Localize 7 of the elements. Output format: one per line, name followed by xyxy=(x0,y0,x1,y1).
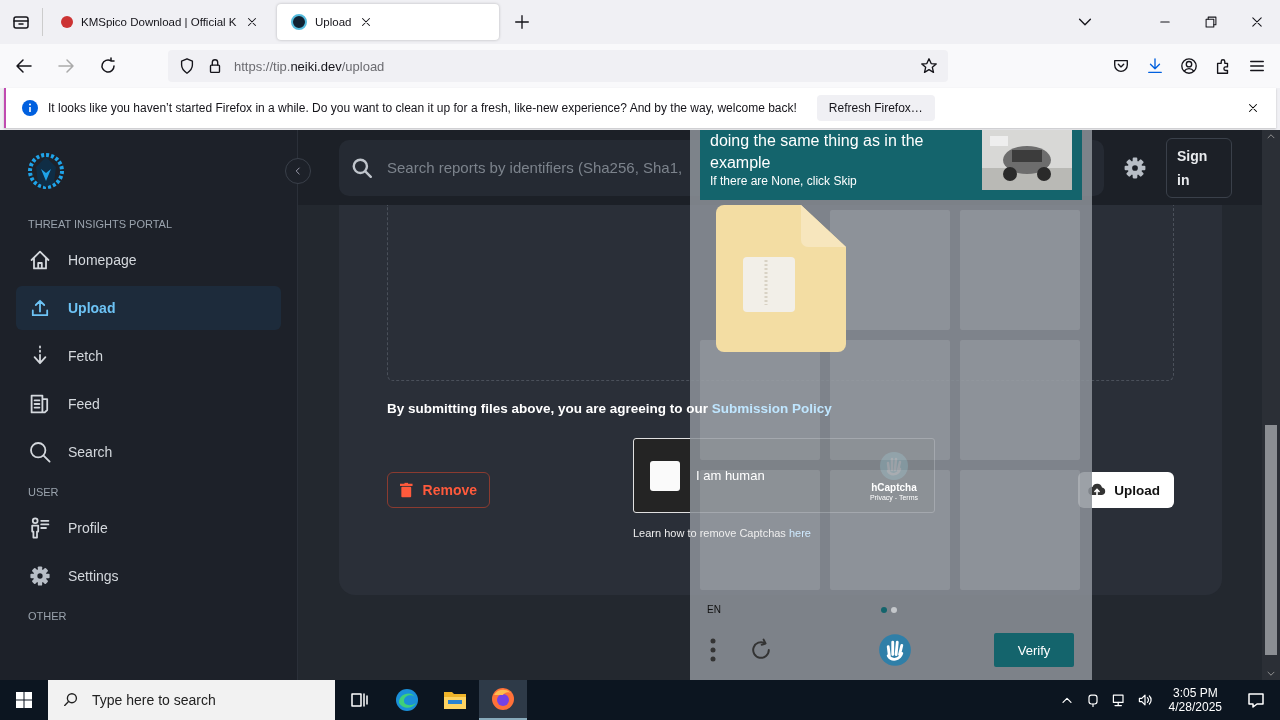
section-heading: THREAT INSIGHTS PORTAL xyxy=(28,218,174,232)
notification-message: It looks like you haven’t started Firefox in a while. Do you want to clean it up for a fresh, like-new experience? And by the way, welcome back! xyxy=(48,101,797,115)
section-heading: USER xyxy=(28,486,60,500)
section-heading: OTHER xyxy=(28,610,68,624)
captcha-label: I am human xyxy=(696,468,766,483)
challenge-hint: If there are None, click Skip xyxy=(710,174,858,188)
captcha-brand: hCaptcha xyxy=(871,481,917,493)
